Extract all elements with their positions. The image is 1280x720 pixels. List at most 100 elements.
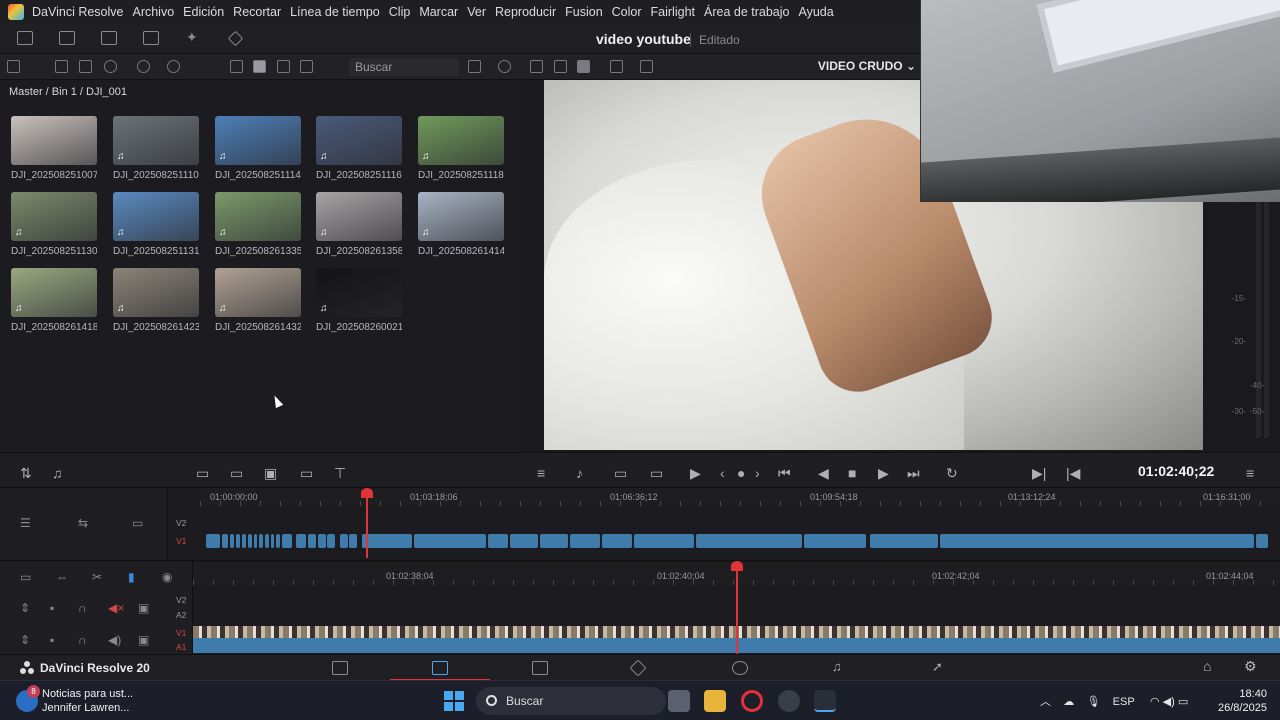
menu-fusion[interactable]: Fusion [565,5,603,19]
timeline-clip[interactable] [340,534,348,548]
lock-icon[interactable]: ▪ [50,633,54,647]
color-page-icon[interactable] [732,661,748,675]
loop-icon[interactable]: ↻ [946,465,958,482]
viewer-layout-icon[interactable] [530,60,543,73]
menu-color[interactable]: Color [612,5,642,19]
media-clip[interactable]: ♫ DJI_202508261423... [113,268,199,333]
voiceover-icon[interactable]: ♪ [576,465,583,481]
multicam-tool-icon[interactable]: ☰ [20,516,31,530]
windows-start-icon[interactable] [444,691,464,711]
viewer-size-icon[interactable] [554,60,567,73]
snap-tool-icon[interactable]: ⇆ [78,516,88,530]
timeline-clip[interactable] [804,534,866,548]
menu-area-de-trabajo[interactable]: Área de trabajo [704,5,789,19]
timeline-clip[interactable] [276,534,280,548]
options-menu-icon[interactable]: ≡ [1246,465,1254,481]
microphone-icon[interactable]: 🎙 [1086,696,1100,708]
effects-icon[interactable] [59,31,75,45]
timeline-clip[interactable] [414,534,486,548]
media-clip[interactable]: ♫ DJI_202508251114... [215,116,301,181]
stop-icon[interactable]: ■ [848,465,856,481]
keyframe-icon[interactable] [227,30,244,47]
cut-page-icon[interactable] [432,661,448,675]
menu-clip[interactable]: Clip [389,5,411,19]
onedrive-icon[interactable]: ☁ [1063,696,1074,708]
timeline-clip[interactable] [222,534,228,548]
menu-reproducir[interactable]: Reproducir [495,5,556,19]
battery-icon[interactable]: ▭ [1178,696,1188,708]
system-tray[interactable]: ︿ ☁ 🎙 ESP ◠ ◀) ▭ [1040,693,1188,709]
opera-icon[interactable] [741,690,763,712]
davinci-taskbar-icon[interactable] [814,690,836,712]
play-reverse-icon[interactable]: ◀ [818,465,829,482]
append-icon[interactable]: ⊤ [334,465,346,482]
menu-archivo[interactable]: Archivo [132,5,174,19]
timeline-clip[interactable] [327,534,335,548]
timeline-clip[interactable] [282,534,292,548]
effect-icon[interactable]: ▭ [614,465,627,482]
settings-gear-icon[interactable]: ⚙ [1244,658,1260,674]
fairlight-page-icon[interactable]: ♫ [832,659,848,674]
trim-mode-icon[interactable]: ⇔ [56,570,68,584]
timeline-clip[interactable] [308,534,316,548]
overwrite-icon[interactable]: ▭ [196,465,209,482]
media-clip[interactable]: ♫ DJI_202508251118... [418,116,504,181]
view-icon[interactable]: ◉ [162,570,172,584]
prev-clip-icon[interactable]: |◀ [1066,465,1080,482]
timeline-clip[interactable] [570,534,600,548]
sidebar-toggle-icon[interactable] [7,60,20,73]
news-widget[interactable]: Noticias para ust... Jennifer Lawren... [42,687,133,715]
timeline-clip[interactable] [248,534,252,548]
go-to-start-icon[interactable]: ⏮ [778,465,791,482]
task-view-icon[interactable] [668,690,690,712]
media-clip[interactable]: ♫ DJI_202508251130... [11,192,97,257]
viewer-mode-icon[interactable] [577,60,590,73]
playhead-line[interactable] [366,490,368,558]
inspector-icon[interactable]: ≡ [537,465,545,481]
titles-icon[interactable] [143,31,159,45]
timeline-clip[interactable] [940,534,1254,548]
play-icon[interactable]: ▶ [878,465,889,482]
timeline-clip[interactable] [236,534,240,548]
menu-ayuda[interactable]: Ayuda [798,5,833,19]
playhead-line[interactable] [736,565,738,655]
multicam-icon[interactable] [610,60,623,73]
flag-icon[interactable]: ▮ [128,570,135,584]
menu-linea-de-tiempo[interactable]: Línea de tiempo [290,5,380,19]
media-clip[interactable]: ♫ DJI_202508260021... [316,268,402,333]
monitor-icon[interactable]: ▭ [20,570,31,584]
solo-icon[interactable]: ∩ [78,601,87,615]
media-pool-icon[interactable] [17,31,33,45]
grid-view-icon[interactable] [253,60,266,73]
transform-icon[interactable] [640,60,653,73]
tray-chevron-icon[interactable]: ︿ [1040,696,1051,708]
menu-app[interactable]: DaVinci Resolve [32,5,123,19]
speaker-icon[interactable]: ◀) [108,633,121,647]
timeline-clip[interactable] [488,534,508,548]
timeline-clip[interactable] [540,534,568,548]
refresh-icon[interactable] [498,60,511,73]
media-clip[interactable]: ♫ DJI_202508261335... [215,192,301,257]
marker-dot-icon[interactable]: ● [737,465,745,481]
cloud-icon[interactable] [104,60,117,73]
sort-icon[interactable] [468,60,481,73]
link-icon[interactable] [167,60,180,73]
color-icon[interactable]: ▭ [650,465,663,482]
timeline-clip[interactable] [242,534,246,548]
slip-tool-icon[interactable]: ♫ [52,465,63,481]
timeline-clip[interactable] [265,534,269,548]
track-toggle-icon[interactable]: ▣ [138,633,149,647]
menu-edicion[interactable]: Edición [183,5,224,19]
import-icon[interactable] [55,60,68,73]
viewer-timeline-label[interactable]: VIDEO CRUDO ⌄ [818,59,916,73]
timeline-clip[interactable] [602,534,632,548]
media-clip[interactable]: ♫ DJI_202508261418... [11,268,97,333]
place-on-top-icon[interactable]: ▭ [300,465,313,482]
razor-icon[interactable]: ✂ [92,570,102,584]
magic-wand-icon[interactable]: ✦ [186,29,202,45]
timeline-clip[interactable] [349,534,357,548]
track-move-icon[interactable]: ⇕ [20,633,30,647]
media-clip[interactable]: ♫ DJI_202508261358... [316,192,402,257]
clock[interactable]: 18:40 26/8/2025 [1218,687,1267,715]
fusion-page-icon[interactable] [629,659,647,677]
